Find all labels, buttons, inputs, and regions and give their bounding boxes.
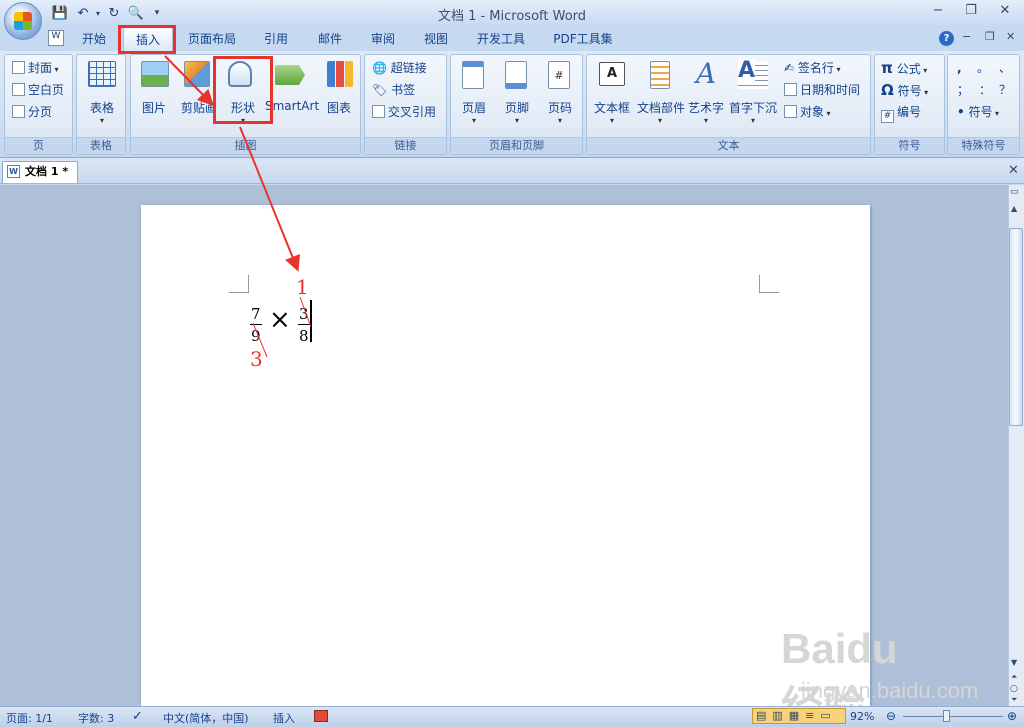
- annotation-arrows: [164, 55, 300, 272]
- arrow-to-shapes: [164, 55, 214, 106]
- arrow-to-document: [239, 126, 300, 272]
